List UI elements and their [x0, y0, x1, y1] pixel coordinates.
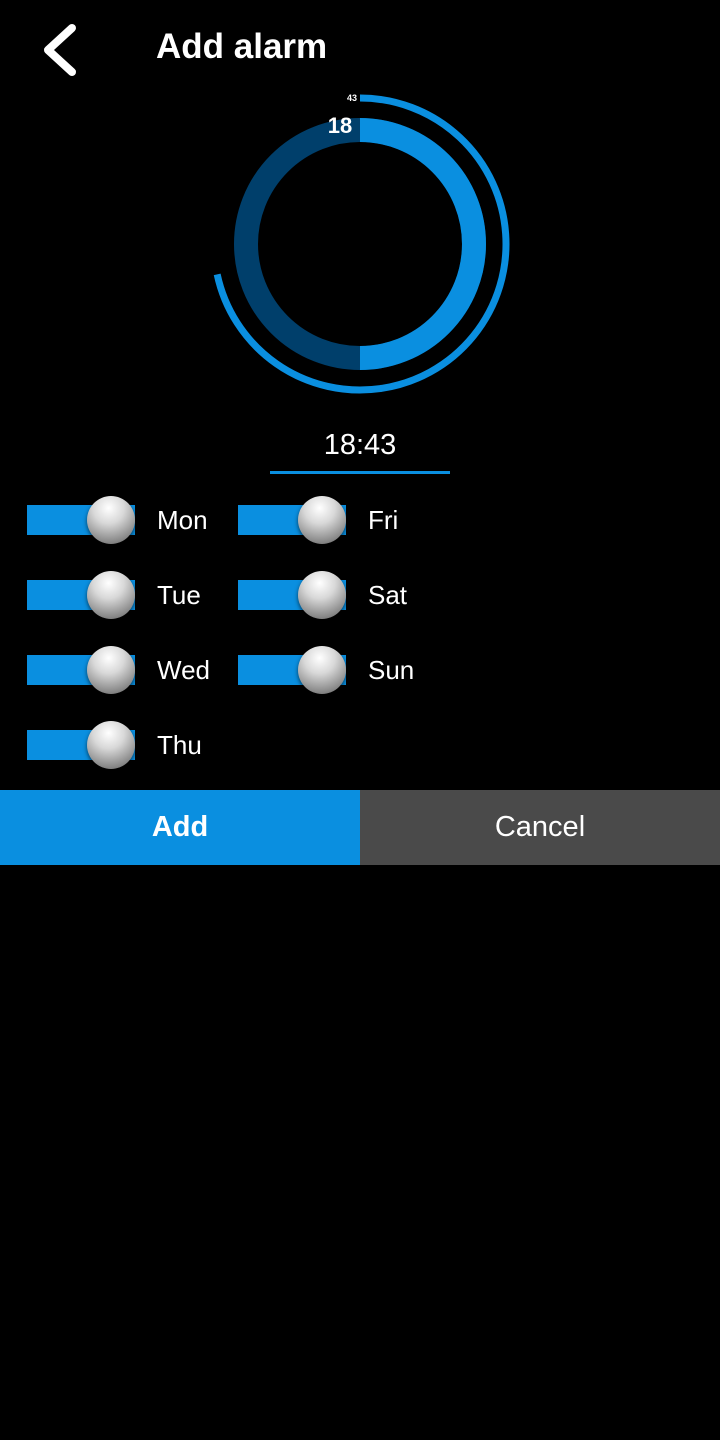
toggle-thumb[interactable]: [87, 496, 135, 544]
toggle-thumb[interactable]: [87, 646, 135, 694]
minute-label: 43: [347, 93, 357, 103]
back-button[interactable]: [36, 20, 92, 80]
toggle-thumb[interactable]: [87, 571, 135, 619]
toggle-thumb[interactable]: [298, 496, 346, 544]
day-label: Mon: [157, 505, 208, 535]
day-label: Sun: [368, 655, 415, 685]
time-dial-graphic: 18 43: [213, 93, 510, 394]
day-label: Tue: [157, 580, 201, 610]
time-dial[interactable]: 18 43: [200, 86, 520, 406]
add-button[interactable]: Add: [0, 790, 360, 865]
action-bar: Add Cancel: [0, 790, 720, 865]
day-label: Fri: [368, 505, 399, 535]
day-label: Thu: [157, 730, 202, 760]
day-label: Sat: [368, 580, 408, 610]
page-title: Add alarm: [156, 27, 328, 66]
toggle-thumb[interactable]: [298, 646, 346, 694]
time-input[interactable]: [270, 420, 450, 474]
toggle-thumb[interactable]: [87, 721, 135, 769]
toggle-thumb[interactable]: [298, 571, 346, 619]
hour-ring-progress[interactable]: [359, 118, 486, 370]
app-header: Add alarm: [0, 0, 720, 96]
cancel-button[interactable]: Cancel: [360, 790, 720, 865]
hour-label: 18: [328, 113, 352, 138]
day-label: Wed: [157, 655, 210, 685]
chevron-left-icon: [44, 24, 76, 76]
